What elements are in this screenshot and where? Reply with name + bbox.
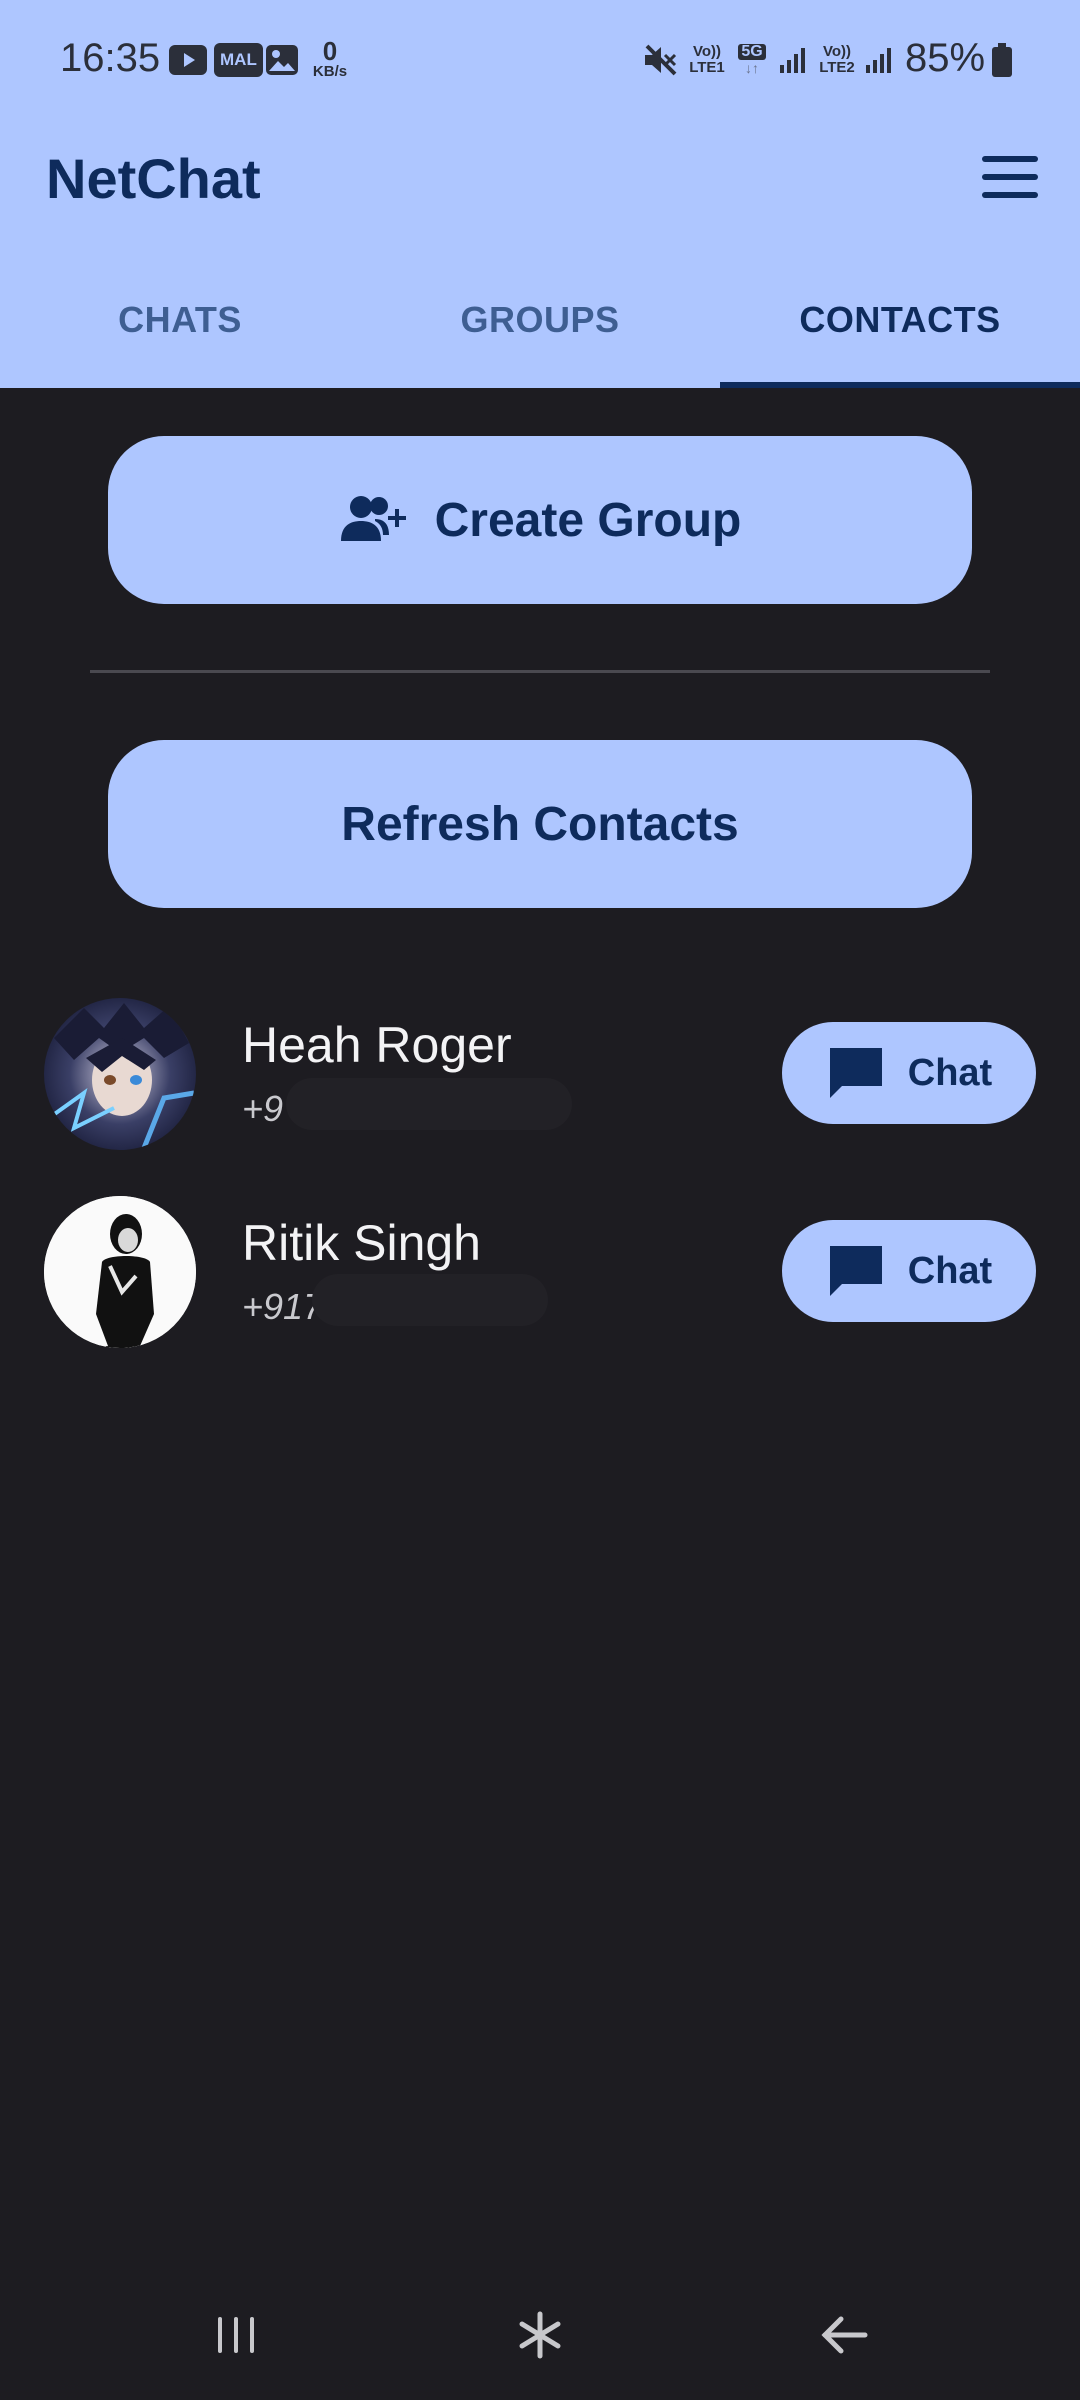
mal-icon: MAL [214, 42, 263, 78]
volte1-icon: Vo)) LTE1 [689, 43, 725, 76]
5g-icon: 5G ↓↑ [734, 42, 770, 78]
home-icon[interactable] [480, 2300, 600, 2370]
list-item[interactable]: Heah Roger +9 Chat [0, 992, 1080, 1152]
chat-button[interactable]: Chat [782, 1220, 1036, 1322]
avatar [44, 1196, 196, 1348]
active-tab-indicator [720, 382, 1080, 388]
redacted-phone [312, 1274, 548, 1326]
list-item[interactable]: Ritik Singh +917 Chat [0, 1190, 1080, 1350]
chat-button[interactable]: Chat [782, 1022, 1036, 1124]
contact-phone: +917 [242, 1286, 324, 1327]
contact-name: Ritik Singh [242, 1215, 481, 1271]
tab-groups[interactable]: GROUPS [360, 270, 720, 388]
battery-icon [990, 42, 1014, 78]
gallery-icon [264, 42, 300, 78]
system-nav-bar [0, 2270, 1080, 2400]
tab-contacts[interactable]: CONTACTS [720, 270, 1080, 388]
refresh-contacts-button[interactable]: Refresh Contacts [108, 740, 972, 908]
tab-chats[interactable]: CHATS [0, 270, 360, 388]
contact-phone: +9 [242, 1088, 284, 1129]
tab-bar: CHATS GROUPS CONTACTS [0, 270, 1080, 388]
refresh-contacts-label: Refresh Contacts [341, 797, 739, 851]
chat-button-label: Chat [907, 1249, 993, 1292]
create-group-button[interactable]: Create Group [108, 436, 972, 604]
status-bar: 16:35 MAL 0 KB/s Vo)) LTE1 5G ↓↑ Vo)) LT… [0, 0, 1080, 120]
signal-icon-2 [862, 42, 896, 78]
divider [90, 670, 990, 673]
network-speed: 0 KB/s [312, 36, 348, 80]
app-title: NetChat [46, 147, 261, 210]
battery-level: 85% [905, 36, 986, 80]
screen: 16:35 MAL 0 KB/s Vo)) LTE1 5G ↓↑ Vo)) LT… [0, 0, 1080, 2400]
redacted-phone [286, 1078, 572, 1130]
add-group-icon [339, 495, 411, 545]
signal-icon-1 [776, 42, 810, 78]
app-header: 16:35 MAL 0 KB/s Vo)) LTE1 5G ↓↑ Vo)) LT… [0, 0, 1080, 388]
mute-icon [640, 42, 680, 78]
avatar [44, 998, 196, 1150]
hamburger-menu-icon[interactable] [982, 156, 1038, 200]
back-icon[interactable] [784, 2300, 904, 2370]
chat-button-label: Chat [907, 1051, 993, 1094]
recent-apps-icon[interactable] [176, 2300, 296, 2370]
youtube-icon [168, 42, 208, 78]
status-time: 16:35 [60, 36, 161, 80]
chat-bubble-icon [826, 1242, 886, 1300]
chat-bubble-icon [826, 1044, 886, 1102]
create-group-label: Create Group [434, 493, 742, 547]
volte2-icon: Vo)) LTE2 [819, 43, 855, 76]
contact-name: Heah Roger [242, 1017, 512, 1073]
